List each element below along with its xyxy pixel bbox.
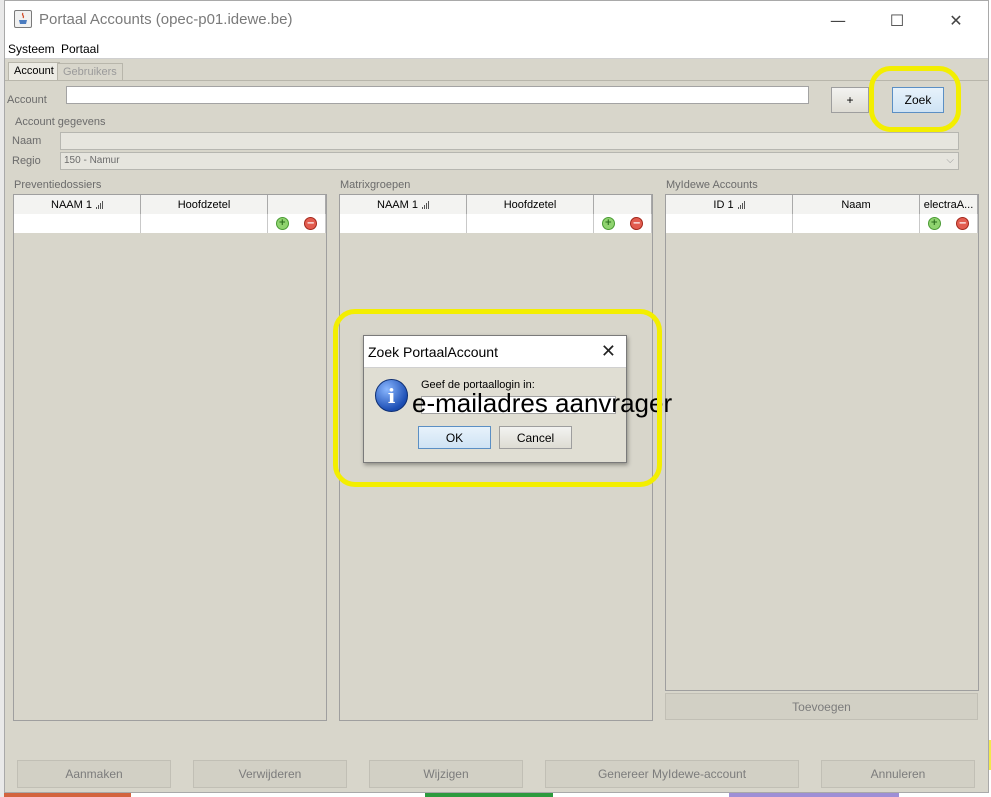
wijzigen-button[interactable]: Wijzigen [369, 760, 523, 788]
window-title: Portaal Accounts (opec-p01.idewe.be) [39, 11, 293, 28]
panel-title-preventiedossiers: Preventiedossiers [14, 179, 102, 191]
row-actions: + − [920, 214, 978, 233]
remove-icon[interactable]: − [956, 217, 970, 230]
annuleren-button[interactable]: Annuleren [821, 760, 975, 788]
account-label: Account [7, 94, 47, 106]
myidewe-panel: ID 1 Naam electraA... + − [665, 194, 979, 691]
table-cell[interactable] [793, 214, 920, 233]
name-label: Naam [12, 135, 42, 147]
table-header: ID 1 Naam electraA... [666, 195, 978, 214]
maximize-icon: ☐ [889, 10, 905, 30]
verwijderen-button[interactable]: Verwijderen [193, 760, 347, 788]
row-actions: + − [594, 214, 652, 233]
close-icon: ✕ [949, 10, 963, 30]
genereer-myidewe-account-button[interactable]: Genereer MyIdewe-account [545, 760, 799, 788]
panel-title-myidewe: MyIdewe Accounts [666, 179, 758, 191]
toevoegen-button[interactable]: Toevoegen [665, 693, 978, 720]
menu-systeem[interactable]: Systeem [8, 42, 55, 56]
table-header: NAAM 1 Hoofdzetel [14, 195, 326, 214]
table-cell[interactable] [467, 214, 594, 233]
table-cell[interactable] [340, 214, 467, 233]
column-header-naam[interactable]: Naam [793, 195, 920, 214]
table-row[interactable]: + − [14, 214, 326, 233]
java-app-icon [14, 10, 32, 28]
table-header: NAAM 1 Hoofdzetel [340, 195, 652, 214]
remove-icon[interactable]: − [304, 217, 318, 230]
column-header-actions[interactable] [594, 195, 652, 214]
highlight-dialog [333, 309, 662, 487]
aanmaken-button[interactable]: Aanmaken [17, 760, 171, 788]
column-header-id[interactable]: ID 1 [666, 195, 793, 214]
table-row[interactable]: + − [666, 214, 978, 233]
column-header-electra[interactable]: electraA... [920, 195, 978, 214]
menu-portaal[interactable]: Portaal [61, 42, 99, 56]
column-header-hoofdzetel[interactable]: Hoofdzetel [141, 195, 268, 214]
account-input[interactable] [66, 86, 809, 104]
minimize-icon: — [830, 10, 846, 30]
table-row[interactable]: + − [340, 214, 652, 233]
tab-account[interactable]: Account [8, 62, 60, 80]
row-actions: + − [268, 214, 326, 233]
sort-icon [737, 200, 745, 209]
close-window-button[interactable]: ✕ [933, 1, 979, 39]
column-header-naam[interactable]: NAAM 1 [340, 195, 467, 214]
column-header-naam[interactable]: NAAM 1 [14, 195, 141, 214]
sort-icon [95, 200, 103, 209]
add-icon[interactable]: + [601, 217, 615, 230]
maximize-button[interactable]: ☐ [874, 1, 920, 39]
name-field [60, 132, 959, 150]
tab-gebruikers[interactable]: Gebruikers [57, 63, 123, 81]
preventiedossiers-panel: NAAM 1 Hoofdzetel + − [13, 194, 327, 721]
add-account-button[interactable]: + [831, 87, 869, 113]
column-header-hoofdzetel[interactable]: Hoofdzetel [467, 195, 594, 214]
panel-title-matrixgroepen: Matrixgroepen [340, 179, 411, 191]
remove-icon[interactable]: − [630, 217, 644, 230]
background-strip [425, 793, 553, 797]
table-cell[interactable] [141, 214, 268, 233]
add-icon[interactable]: + [927, 217, 941, 230]
title-bar: Portaal Accounts (opec-p01.idewe.be) — ☐… [5, 1, 988, 39]
account-details-title: Account gegevens [15, 116, 106, 128]
minimize-button[interactable]: — [815, 1, 861, 39]
region-select: 150 - Namur ⌵ [60, 152, 959, 170]
add-icon[interactable]: + [275, 217, 289, 230]
chevron-down-icon: ⌵ [946, 155, 954, 166]
tab-divider [5, 80, 988, 81]
table-cell[interactable] [14, 214, 141, 233]
background-strip [729, 793, 899, 797]
column-header-actions[interactable] [268, 195, 326, 214]
region-value: 150 - Namur [64, 155, 120, 166]
region-label: Regio [12, 155, 41, 167]
table-cell[interactable] [666, 214, 793, 233]
background-strip [4, 793, 131, 797]
menu-bar: Systeem Portaal [5, 39, 988, 59]
sort-icon [421, 200, 429, 209]
highlight-zoek-button [869, 66, 961, 132]
